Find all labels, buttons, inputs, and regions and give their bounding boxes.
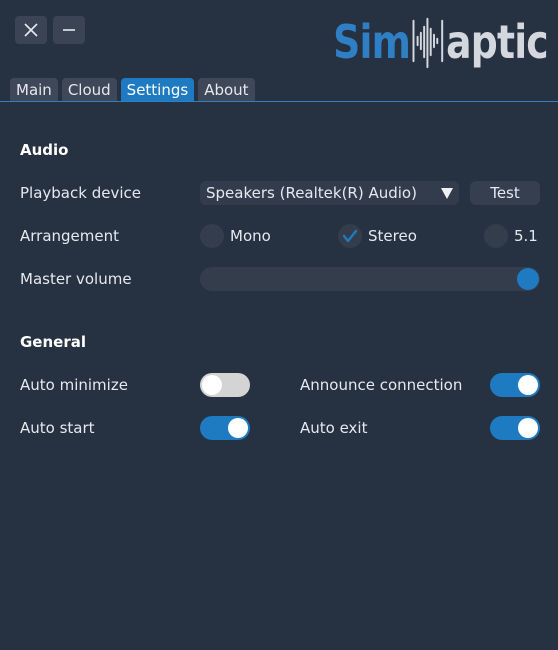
close-button[interactable] — [15, 16, 47, 44]
radio-stereo[interactable]: Stereo — [338, 224, 417, 248]
logo-text-haptic: aptic — [446, 15, 548, 69]
checkmark-icon — [342, 229, 358, 243]
audio-section-title: Audio — [20, 141, 69, 159]
toggle-knob — [202, 375, 222, 395]
playback-device-value: Speakers (Realtek(R) Audio) — [206, 184, 417, 202]
tab-bar: Main Cloud Settings About — [10, 78, 255, 101]
radio-stereo-label: Stereo — [368, 227, 417, 245]
auto-minimize-label: Auto minimize — [20, 376, 128, 394]
app-window: Sim aptic Main Cloud Settings About Audi… — [0, 0, 558, 650]
arrangement-label: Arrangement — [20, 227, 120, 245]
tab-about[interactable]: About — [198, 78, 255, 101]
auto-start-label: Auto start — [20, 419, 95, 437]
announce-connection-toggle[interactable] — [490, 373, 540, 397]
radio-unchecked-icon — [484, 224, 508, 248]
dropdown-arrow-icon — [441, 187, 453, 199]
general-section-title: General — [20, 333, 86, 351]
minimize-button[interactable] — [53, 16, 85, 44]
close-icon — [24, 23, 38, 37]
toggle-knob — [518, 418, 538, 438]
radio-checked-icon — [338, 224, 362, 248]
tab-cloud[interactable]: Cloud — [61, 78, 117, 101]
radio-unchecked-icon — [200, 224, 224, 248]
auto-minimize-toggle[interactable] — [200, 373, 250, 397]
playback-device-select[interactable]: Speakers (Realtek(R) Audio) — [200, 181, 459, 205]
playback-device-label: Playback device — [20, 184, 141, 202]
waveform-icon — [412, 17, 444, 69]
master-volume-label: Master volume — [20, 270, 132, 288]
app-logo: Sim aptic — [333, 14, 549, 70]
radio-5-1-label: 5.1 — [514, 227, 538, 245]
announce-connection-label: Announce connection — [300, 376, 463, 394]
tab-main[interactable]: Main — [10, 78, 58, 101]
tab-divider — [0, 101, 558, 102]
auto-start-toggle[interactable] — [200, 416, 250, 440]
radio-5-1[interactable]: 5.1 — [484, 224, 538, 248]
auto-exit-toggle[interactable] — [490, 416, 540, 440]
radio-mono[interactable]: Mono — [200, 224, 271, 248]
test-button[interactable]: Test — [470, 181, 540, 205]
toggle-knob — [228, 418, 248, 438]
slider-handle[interactable] — [517, 268, 539, 290]
minimize-icon — [63, 29, 75, 31]
toggle-knob — [518, 375, 538, 395]
radio-mono-label: Mono — [230, 227, 271, 245]
master-volume-slider[interactable] — [200, 267, 540, 291]
auto-exit-label: Auto exit — [300, 419, 368, 437]
tab-settings[interactable]: Settings — [120, 78, 195, 101]
logo-text-sim: Sim — [333, 15, 411, 69]
